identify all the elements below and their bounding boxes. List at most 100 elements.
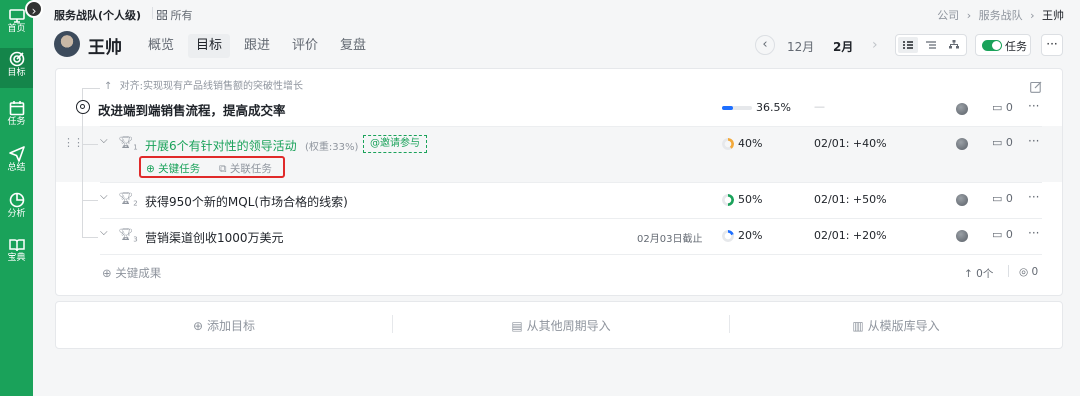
kr-update: 02/01: +20%: [814, 229, 887, 242]
comment-count: 0: [1005, 136, 1013, 149]
send-icon: [8, 146, 25, 162]
arrow-up-icon: ↑: [104, 81, 113, 92]
alignment-note[interactable]: ↑ 对齐:实现现有产品线销售额的突破性增长: [104, 77, 303, 92]
objective-card: ↑ 对齐:实现现有产品线销售额的突破性增长 改进端到端销售流程，提高成交率 36…: [55, 68, 1063, 296]
scope-filter[interactable]: 所有: [157, 7, 193, 23]
sidebar-item-summary[interactable]: 总结: [0, 143, 33, 183]
chevron-right-icon: ›: [1030, 9, 1035, 22]
chevron-down-icon[interactable]: ⌵: [100, 191, 108, 202]
link-task-button[interactable]: ⧉ 关联任务: [219, 161, 272, 176]
list-view-button[interactable]: [898, 37, 918, 53]
sidebar-collapse-button[interactable]: ›: [25, 0, 43, 18]
bottom-actions-bar: ⊕ 添加目标 ▤ 从其他周期导入 ▥ 从模版库导入: [55, 301, 1063, 349]
import-from-period-label: 从其他周期导入: [526, 319, 611, 333]
tree-view-button[interactable]: [944, 37, 964, 53]
prev-period-button[interactable]: ‹: [755, 35, 775, 55]
alignment-text: 对齐:实现现有产品线销售额的突破性增长: [119, 81, 303, 92]
import-from-template-button[interactable]: ▥ 从模版库导入: [730, 317, 1062, 334]
divider: [100, 182, 1042, 183]
row-more-button[interactable]: ···: [1028, 99, 1039, 113]
tab-retrospective[interactable]: 复盘: [334, 34, 372, 58]
sidebar-item-goals[interactable]: 目标: [0, 48, 33, 88]
next-period-button[interactable]: ›: [872, 37, 878, 53]
org-chart-icon: [949, 40, 959, 49]
indent-view-button[interactable]: [921, 37, 941, 53]
trophy-icon: 🏆︎2: [118, 191, 138, 208]
objective-title[interactable]: 改进端到端销售流程，提高成交率: [98, 100, 286, 119]
kr-progress-ring: [722, 194, 734, 206]
add-objective-button[interactable]: ⊕ 添加目标: [56, 317, 392, 334]
avatar[interactable]: [54, 31, 80, 57]
comments[interactable]: ▭ 0: [992, 192, 1013, 205]
tab-follow-up[interactable]: 跟进: [238, 34, 276, 58]
sidebar-item-analysis[interactable]: 分析: [0, 189, 33, 229]
kr-title[interactable]: 营销渠道创收1000万美元: [145, 229, 284, 246]
comments[interactable]: ▭ 0: [992, 136, 1013, 149]
link-icon: ⧉: [219, 163, 227, 175]
sidebar-item-label: 总结: [7, 163, 26, 173]
kr-index: 1: [133, 143, 138, 152]
tab-goals[interactable]: 目标: [188, 34, 230, 58]
chevron-down-icon[interactable]: ⌵: [100, 227, 108, 238]
kr-progress: 40%: [738, 137, 763, 150]
owner-avatar[interactable]: [956, 194, 968, 206]
comments[interactable]: ▭ 0: [992, 101, 1013, 114]
owner-avatar[interactable]: [956, 230, 968, 242]
tab-review[interactable]: 评价: [286, 34, 324, 58]
plus-circle-icon: ⊕: [102, 266, 112, 280]
drag-handle-icon[interactable]: ⋮⋮: [63, 136, 84, 149]
plus-circle-icon: ⊕: [193, 319, 204, 333]
invite-button[interactable]: @邀请参与: [363, 135, 427, 153]
edit-icon[interactable]: [1030, 78, 1042, 97]
kr-progress: 50%: [738, 193, 763, 206]
add-key-task-button[interactable]: ⊕ 关键任务: [146, 161, 200, 176]
breadcrumb-item[interactable]: 公司: [937, 9, 959, 22]
period-current-label[interactable]: 2月: [833, 38, 853, 55]
objective-progress: 36.5%: [756, 101, 791, 114]
kr-title[interactable]: 获得950个新的MQL(市场合格的线索): [145, 193, 348, 210]
kr-title[interactable]: 开展6个有针对性的领导活动: [145, 137, 297, 154]
owner-avatar[interactable]: [956, 103, 968, 115]
chevron-down-icon[interactable]: ⌵: [100, 135, 108, 146]
toggle-switch[interactable]: [982, 40, 1002, 51]
team-title[interactable]: 服务战队(个人级): [54, 7, 141, 23]
book-icon: ▥: [852, 319, 864, 333]
period-prev-label[interactable]: 12月: [787, 38, 814, 55]
add-key-task-label: 关键任务: [158, 163, 201, 175]
tree-line: [82, 200, 98, 201]
row-more-button[interactable]: ···: [1028, 134, 1039, 148]
owner-avatar[interactable]: [956, 138, 968, 150]
calendar-icon: [9, 101, 24, 116]
import-from-period-button[interactable]: ▤ 从其他周期导入: [393, 317, 729, 334]
sidebar-item-label: 分析: [7, 209, 26, 219]
upvote-count[interactable]: ↑ 0个: [964, 266, 993, 281]
view-count: ◎ 0: [1019, 266, 1038, 278]
comment-icon: ▭: [992, 136, 1003, 149]
divider: [100, 126, 1042, 127]
objective-progress-bar: [722, 106, 752, 110]
task-toggle[interactable]: 任务: [975, 34, 1031, 56]
kr-deadline: 02月03日截止: [637, 234, 703, 245]
row-more-button[interactable]: ···: [1028, 190, 1039, 204]
tab-overview[interactable]: 概览: [142, 34, 180, 58]
user-name: 王帅: [88, 38, 122, 58]
tree-line: [82, 144, 98, 145]
sidebar: 首页 目标 任务 总结 分析 宝典: [0, 0, 33, 396]
sidebar-item-label: 任务: [7, 117, 26, 127]
comments[interactable]: ▭ 0: [992, 228, 1013, 241]
kr-progress: 20%: [738, 229, 763, 242]
list-icon: [903, 41, 913, 49]
book-icon: [8, 239, 25, 252]
sidebar-item-label: 目标: [7, 68, 26, 78]
add-key-result-label: 关键成果: [115, 266, 162, 280]
sidebar-item-handbook[interactable]: 宝典: [0, 235, 33, 275]
breadcrumb-item[interactable]: 服务战队: [979, 9, 1023, 22]
calendar-import-icon: ▤: [511, 319, 523, 333]
sidebar-item-tasks[interactable]: 任务: [0, 97, 33, 137]
comment-icon: ▭: [992, 228, 1003, 241]
progress-fill: [722, 106, 733, 110]
add-key-result-button[interactable]: ⊕ 关键成果: [102, 265, 161, 281]
upvote-label: 0个: [976, 268, 994, 280]
row-more-button[interactable]: ···: [1028, 226, 1039, 240]
more-options-button[interactable]: ···: [1041, 34, 1063, 56]
